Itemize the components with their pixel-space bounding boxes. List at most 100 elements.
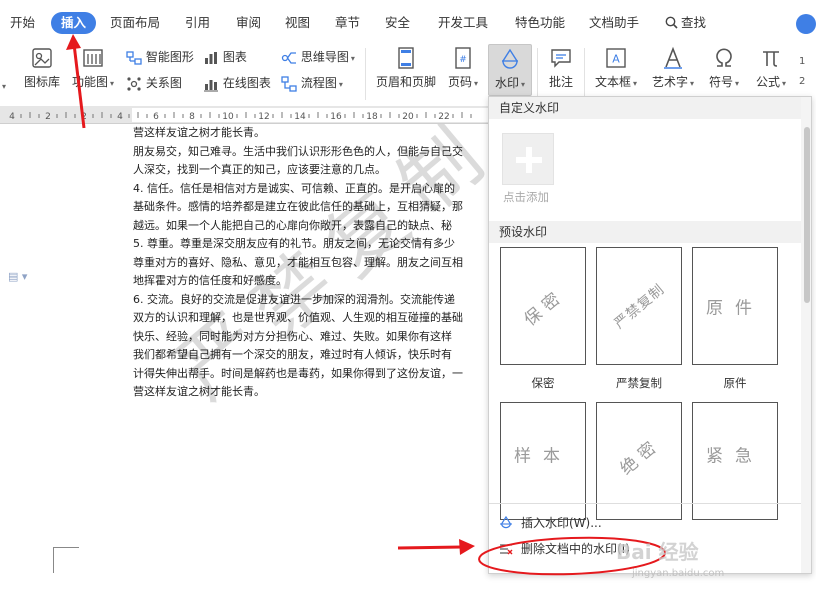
- comment-label: 批注: [548, 75, 573, 89]
- online-chart-label: 在线图表: [222, 76, 271, 90]
- document-line[interactable]: 越远。如果一个人能把自己的心扉向你敞开，表露自己的缺点、秘: [133, 217, 488, 236]
- relation-chart-icon: [127, 76, 141, 91]
- smartart-label: 智能图形: [145, 50, 194, 64]
- wordart-button[interactable]: 艺术字 ▾: [646, 46, 700, 90]
- document-line[interactable]: 朋友易交，知己难寻。生活中我们认识形形色色的人，但能与自己交: [133, 143, 488, 162]
- preset-tile-yanjinfuzhi[interactable]: 严禁复制: [596, 247, 682, 365]
- chart-label: 图表: [222, 50, 247, 64]
- tab-view[interactable]: 视图: [285, 12, 310, 34]
- textbox-icon: A: [606, 48, 626, 68]
- ruler-label: 4: [9, 112, 15, 122]
- tab-features[interactable]: 特色功能: [515, 12, 565, 34]
- tile-watermark-text: 严禁复制: [611, 281, 668, 333]
- caret-icon[interactable]: ▾: [0, 78, 6, 92]
- svg-text:2: 2: [799, 76, 805, 87]
- online-chart-button[interactable]: 在线图表: [203, 74, 271, 92]
- document-line[interactable]: 人深交，找到一个真正的知己，应该要注意的几点。: [133, 161, 488, 180]
- scrollbar-thumb[interactable]: [804, 127, 810, 303]
- document-line[interactable]: 地挥霍对方的信任度和好感度。: [133, 272, 488, 291]
- document-area[interactable]: 严禁复制 ▤ ▾ 营这样友谊之树才能长青。 朋友易交，知己难寻。生活中我们认识形形…: [0, 124, 488, 606]
- tab-review[interactable]: 审阅: [236, 12, 261, 34]
- textbox-label: 文本框: [594, 75, 631, 89]
- tab-developer[interactable]: 开发工具: [438, 12, 488, 34]
- mindmap-button[interactable]: 思维导图 ▾: [281, 48, 355, 66]
- document-line[interactable]: 4. 信任。信任是相信对方是诚实、可信赖、正直的。是开启心扉的: [133, 180, 488, 199]
- baidu-watermark-url: jingyan.baidu.com: [632, 568, 725, 579]
- formula-button[interactable]: 公式 ▾: [750, 46, 792, 90]
- horizontal-ruler[interactable]: 4 2 2 4 6 8 10 12 14 16 18 20 22: [0, 106, 488, 124]
- function-chart-button[interactable]: 功能图 ▾: [68, 46, 118, 90]
- search-label: 查找: [681, 15, 707, 30]
- numbering-button[interactable]: 12: [798, 48, 816, 92]
- cloud-icon[interactable]: [796, 14, 816, 34]
- tab-references[interactable]: 引用: [185, 12, 210, 34]
- preset-label: 保密: [531, 376, 555, 390]
- tile-watermark-text: 样本: [514, 446, 572, 467]
- ruler-label: 10: [222, 112, 234, 122]
- mindmap-icon: [281, 51, 296, 64]
- header-footer-label: 页眉和页脚: [375, 75, 436, 89]
- tab-page-layout[interactable]: 页面布局: [110, 12, 160, 34]
- document-line[interactable]: 基础条件。感情的培养都是建立在彼此信任的基础上，互相猜疑，那: [133, 198, 488, 217]
- panel-scrollbar[interactable]: [801, 97, 811, 573]
- function-chart-label: 功能图: [71, 75, 108, 89]
- watermark-small-icon: [500, 516, 512, 529]
- search-button[interactable]: 查找: [665, 12, 706, 34]
- header-footer-button[interactable]: 页眉和页脚: [374, 46, 438, 90]
- relation-chart-label: 关系图: [145, 76, 182, 90]
- document-line[interactable]: 快乐、经验，同时能为对方分担伤心、难过、失败。如果你有这样: [133, 328, 488, 347]
- search-icon: [665, 14, 678, 29]
- tab-insert[interactable]: 插入: [51, 12, 97, 34]
- tab-doc-assistant[interactable]: 文档助手: [589, 12, 639, 34]
- ruler-label: 18: [366, 112, 378, 122]
- tab-home[interactable]: 开始: [10, 12, 35, 34]
- document-outline-icon[interactable]: ▤ ▾: [8, 270, 27, 283]
- watermark-button[interactable]: 水印 ▾: [488, 44, 532, 96]
- relation-chart-button[interactable]: 关系图: [126, 74, 182, 92]
- smartart-icon: [126, 50, 142, 65]
- flowchart-button[interactable]: 流程图 ▾: [281, 74, 343, 92]
- formula-icon: [763, 51, 779, 67]
- chart-icon: [205, 51, 217, 64]
- delete-watermark-item[interactable]: 删除文档中的水印(I): [499, 540, 630, 557]
- svg-text:#: #: [459, 55, 467, 65]
- online-chart-icon: [204, 79, 218, 91]
- page-number-button[interactable]: # 页码 ▾: [443, 46, 483, 90]
- add-watermark-tile[interactable]: [502, 133, 554, 185]
- document-line[interactable]: 双方的认识和理解，也是世界观、价值观、人生观的相互碰撞的基础: [133, 309, 488, 328]
- preset-label: 严禁复制: [616, 376, 662, 390]
- ruler-ticks: 4 2 2 4 6 8 10 12 14 16 18 20 22: [9, 112, 472, 122]
- textbox-button[interactable]: A 文本框 ▾: [590, 46, 642, 90]
- document-body[interactable]: 营这样友谊之树才能长青。 朋友易交，知己难寻。生活中我们认识形形色色的人，但能与自…: [133, 124, 488, 402]
- tab-security[interactable]: 安全: [385, 12, 410, 34]
- icon-library-button[interactable]: 图标库: [20, 46, 64, 90]
- ruler-label: 16: [330, 112, 342, 122]
- preset-tile-baomi[interactable]: 保密: [500, 247, 586, 365]
- flowchart-label: 流程图: [300, 76, 337, 90]
- tab-section[interactable]: 章节: [335, 12, 360, 34]
- page-corner-mark: [53, 547, 79, 573]
- comment-button[interactable]: 批注: [543, 46, 579, 90]
- document-line[interactable]: 尊重对方的喜好、隐私、意见，才能相互包容、理解。朋友之间互相: [133, 254, 488, 273]
- ribbon-toolbar: ▾ 图标库 功能图 ▾ 智能图形 关系图 图表 在线图表 思维导图 ▾ 流程图 ▾ 页…: [0, 42, 816, 104]
- page-number-label: 页码: [447, 75, 472, 89]
- symbol-button[interactable]: 符号 ▾: [704, 46, 744, 90]
- preset-watermark-heading: 预设水印: [489, 221, 801, 243]
- ribbon-divider: [365, 48, 366, 100]
- tile-watermark-text: 保密: [520, 285, 569, 331]
- chart-button[interactable]: 图表: [203, 48, 247, 66]
- document-line[interactable]: 6. 交流。良好的交流是促进友谊进一步加深的润滑剂。交流能传递: [133, 291, 488, 310]
- document-line[interactable]: 我们都希望自己拥有一个深交的朋友，难过时有人倾诉，快乐时有: [133, 346, 488, 365]
- preset-tile-yuanjian[interactable]: 原件: [692, 247, 778, 365]
- document-line[interactable]: 营这样友谊之树才能长青。: [133, 383, 488, 402]
- add-watermark-label[interactable]: 点击添加: [503, 189, 549, 205]
- wordart-label: 艺术字: [651, 75, 688, 89]
- document-line[interactable]: 营这样友谊之树才能长青。: [133, 124, 488, 143]
- preset-label: 原件: [723, 376, 747, 390]
- insert-watermark-item[interactable]: 插入水印(W)...: [499, 514, 602, 531]
- document-line[interactable]: 计得失伸出帮手。时间是解药也是毒药，如果你得到了这份友谊，一: [133, 365, 488, 384]
- document-line[interactable]: 5. 尊重。尊重是深交朋友应有的礼节。朋友之间，无论交情有多少: [133, 235, 488, 254]
- watermark-dropdown-panel: 自定义水印 点击添加 预设水印 保密 严禁复制 原件 保密 严禁复制 原件 样本…: [488, 96, 812, 574]
- delete-watermark-label: 删除文档中的水印(I): [521, 542, 630, 556]
- smartart-button[interactable]: 智能图形: [126, 48, 194, 66]
